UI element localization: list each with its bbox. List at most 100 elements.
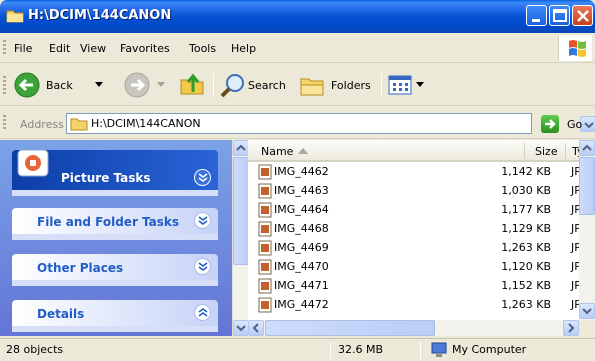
- horizontal-scrollbar[interactable]: [248, 320, 579, 336]
- chevron-left-icon: [252, 323, 259, 333]
- address-bar: Address H:\DCIM\144CANON Go: [0, 107, 595, 139]
- file-name: IMG_4462: [274, 165, 329, 178]
- file-row[interactable]: IMG_4464 1,177 KB JP: [248, 200, 588, 219]
- minimize-button[interactable]: [526, 5, 547, 26]
- back-arrow-icon: [14, 72, 40, 98]
- scroll-down-button[interactable]: [579, 303, 595, 319]
- maximize-icon: [553, 9, 567, 22]
- column-divider[interactable]: [565, 143, 566, 159]
- file-name: IMG_4468: [274, 222, 329, 235]
- go-label[interactable]: Go: [567, 118, 582, 131]
- column-name[interactable]: Name: [261, 145, 293, 158]
- menu-help[interactable]: Help: [231, 42, 256, 55]
- expand-chevron-icon[interactable]: [194, 212, 211, 229]
- folders-icon: [300, 78, 324, 96]
- status-bar: 28 objects 32.6 MB My Computer: [0, 338, 595, 361]
- file-row[interactable]: IMG_4462 1,142 KB JP: [248, 162, 588, 181]
- collapse-chevron-icon[interactable]: [194, 304, 211, 321]
- title-bar[interactable]: H:\DCIM\144CANON: [0, 0, 595, 33]
- search-button[interactable]: Search: [218, 70, 293, 100]
- details-body: [12, 326, 218, 332]
- folder-icon: [70, 118, 88, 131]
- menu-view[interactable]: View: [80, 42, 106, 55]
- details-label: Details: [37, 307, 85, 321]
- file-row[interactable]: IMG_4471 1,152 KB JP: [248, 276, 588, 295]
- file-row[interactable]: IMG_4463 1,030 KB JP: [248, 181, 588, 200]
- file-name: IMG_4472: [274, 298, 329, 311]
- folders-button[interactable]: Folders: [297, 70, 377, 100]
- close-button[interactable]: [572, 5, 593, 26]
- image-file-icon: [258, 259, 272, 275]
- windows-flag-icon: [569, 40, 586, 57]
- file-name: IMG_4469: [274, 241, 329, 254]
- file-size: 1,263 KB: [501, 241, 551, 254]
- image-file-icon: [258, 221, 272, 237]
- menu-grip[interactable]: [3, 40, 6, 56]
- menu-tools[interactable]: Tools: [189, 42, 216, 55]
- location-label: My Computer: [452, 343, 527, 356]
- back-button[interactable]: Back: [13, 70, 121, 100]
- toolbar-grip[interactable]: [3, 76, 6, 94]
- views-button[interactable]: [386, 70, 426, 100]
- scroll-up-button[interactable]: [233, 140, 249, 156]
- menu-favorites[interactable]: Favorites: [120, 42, 170, 55]
- scroll-right-button[interactable]: [563, 320, 579, 336]
- search-label: Search: [248, 79, 286, 92]
- file-row[interactable]: IMG_4469 1,263 KB JP: [248, 238, 588, 257]
- standard-toolbar: Back Search Folders: [0, 64, 595, 106]
- forward-button[interactable]: [123, 70, 171, 100]
- views-dropdown-icon: [416, 82, 424, 87]
- file-row[interactable]: IMG_4468 1,129 KB JP: [248, 219, 588, 238]
- file-list: Name Size Ty IMG_4462 1,142 KB JP IMG_44…: [248, 140, 595, 336]
- column-divider[interactable]: [524, 143, 525, 159]
- forward-dropdown-icon: [157, 82, 165, 87]
- go-button[interactable]: [541, 115, 559, 133]
- file-name: IMG_4471: [274, 279, 329, 292]
- file-row[interactable]: IMG_4470 1,120 KB JP: [248, 257, 588, 276]
- window-title: H:\DCIM\144CANON: [28, 8, 172, 23]
- chevron-up-icon: [236, 144, 246, 151]
- picture-tasks-icon: [17, 149, 49, 177]
- details-header[interactable]: Details: [12, 300, 218, 326]
- file-name: IMG_4463: [274, 184, 329, 197]
- collapse-chevron-icon[interactable]: [194, 169, 211, 186]
- menu-edit[interactable]: Edit: [49, 42, 70, 55]
- chevron-down-icon: [236, 325, 246, 332]
- image-file-icon: [258, 164, 272, 180]
- file-name: IMG_4470: [274, 260, 329, 273]
- column-header: Name Size Ty: [248, 140, 595, 162]
- file-size: 1,120 KB: [501, 260, 551, 273]
- go-arrow-icon: [545, 119, 556, 129]
- scroll-thumb[interactable]: [579, 157, 595, 215]
- scroll-up-button[interactable]: [579, 140, 595, 156]
- scroll-thumb[interactable]: [265, 320, 435, 336]
- minimize-icon: [532, 19, 540, 22]
- other-places-header[interactable]: Other Places: [12, 254, 218, 280]
- address-input[interactable]: H:\DCIM\144CANON: [66, 113, 595, 134]
- expand-chevron-icon[interactable]: [194, 258, 211, 275]
- scroll-down-button[interactable]: [233, 320, 249, 336]
- image-file-icon: [258, 183, 272, 199]
- file-size: 1,177 KB: [501, 203, 551, 216]
- picture-tasks-body: [12, 190, 218, 196]
- file-size: 1,152 KB: [501, 279, 551, 292]
- toolbar-separator: [213, 73, 214, 97]
- file-row[interactable]: IMG_4472 1,263 KB JP: [248, 295, 588, 314]
- column-size[interactable]: Size: [535, 145, 558, 158]
- file-folder-tasks-header[interactable]: File and Folder Tasks: [12, 208, 218, 234]
- scroll-thumb[interactable]: [233, 157, 249, 265]
- file-list-scrollbar[interactable]: [579, 140, 595, 320]
- total-size: 32.6 MB: [338, 343, 384, 356]
- folders-label: Folders: [331, 79, 371, 92]
- toolbar-separator: [381, 73, 382, 97]
- up-folder-icon: [180, 73, 204, 95]
- scroll-left-button[interactable]: [248, 320, 264, 336]
- up-folder-button[interactable]: [177, 70, 211, 100]
- maximize-button[interactable]: [549, 5, 570, 26]
- address-grip[interactable]: [3, 115, 6, 131]
- chevron-down-icon: [582, 308, 592, 315]
- picture-tasks-label: Picture Tasks: [61, 171, 151, 185]
- menu-file[interactable]: File: [14, 42, 32, 55]
- task-pane-scrollbar[interactable]: [232, 140, 249, 336]
- file-folder-tasks-label: File and Folder Tasks: [37, 215, 180, 229]
